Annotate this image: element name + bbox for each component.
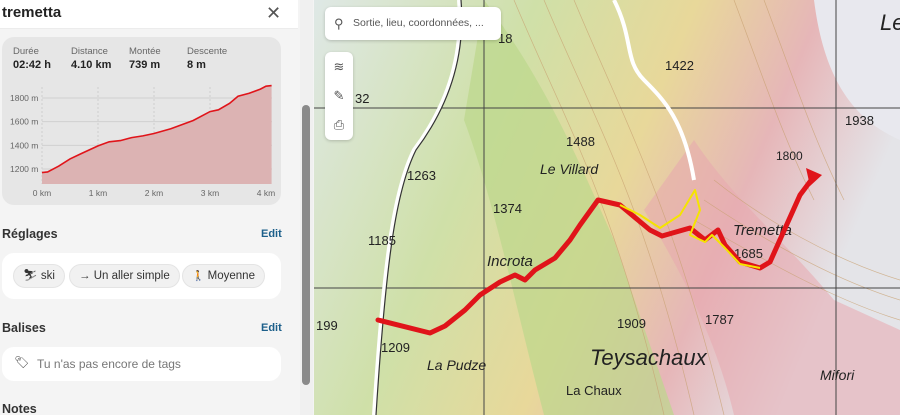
map-label: Mifori (820, 367, 855, 383)
y-tick-label: 1200 m (10, 164, 38, 174)
y-tick-label: 1400 m (10, 140, 38, 150)
search-icon: ⚲ (334, 16, 344, 31)
map-label: 1209 (381, 340, 410, 355)
map-label: 1800 (776, 149, 803, 163)
map-label: 32 (355, 91, 369, 106)
chip-label: Moyenne (207, 270, 255, 282)
map-label: 1488 (566, 134, 595, 149)
tag-icon: 🏷 (14, 355, 30, 369)
arrow-right-icon: → (79, 270, 91, 282)
map-label: Teysachaux (590, 345, 708, 370)
tags-card[interactable]: 🏷 Tu n'as pas encore de tags (2, 347, 281, 381)
settings-card: ⛷ ski → Un aller simple 🚶 Moyenne (2, 253, 281, 299)
route-panel: tremetta ✕ Durée 02:42 h Distance 4.10 km … (0, 0, 298, 415)
print-icon[interactable]: ⎙ (325, 110, 353, 139)
map-label: 1185 (368, 233, 396, 248)
map-label: 1422 (665, 58, 694, 73)
chip-label: Un aller simple (93, 270, 170, 282)
x-tick-label: 2 km (145, 188, 163, 198)
map-label: 1263 (407, 168, 436, 183)
stats-card: Durée 02:42 h Distance 4.10 km Montée 739 m… (2, 37, 281, 205)
layers-icon[interactable]: ≋ (325, 52, 353, 81)
scrollbar-thumb[interactable] (302, 105, 310, 385)
route-type-chip[interactable]: → Un aller simple (69, 264, 180, 288)
panel-scrollbar[interactable] (300, 0, 313, 415)
x-tick-label: 4 km (257, 188, 275, 198)
notes-heading: Notes (2, 402, 37, 415)
close-icon[interactable]: ✕ (266, 3, 281, 24)
map-search-input[interactable]: ⚲ Sortie, lieu, coordonnées, ... (325, 7, 501, 40)
tags-empty-text: Tu n'as pas encore de tags (37, 357, 181, 371)
map-label: Le (880, 10, 900, 35)
tags-edit-link[interactable]: Edit (261, 322, 282, 334)
map-label: 199 (316, 318, 338, 333)
map-label: La Chaux (566, 383, 622, 398)
panel-header: tremetta ✕ (0, 0, 298, 29)
route-title: tremetta (2, 4, 62, 21)
settings-edit-link[interactable]: Edit (261, 228, 282, 240)
y-tick-label: 1800 m (10, 93, 38, 103)
map-label: La Pudze (427, 357, 486, 373)
settings-heading: Réglages (2, 227, 58, 241)
ruler-icon[interactable]: ✎ (325, 81, 353, 110)
map-label: 1787 (705, 312, 734, 327)
pace-chip[interactable]: 🚶 Moyenne (182, 264, 265, 288)
activity-chip[interactable]: ⛷ ski (13, 264, 65, 288)
map-label: Incrota (487, 253, 533, 270)
map-label: 1374 (493, 201, 522, 216)
ski-icon: ⛷ (23, 270, 38, 282)
map-canvas[interactable]: Le Villard 1488 1422 1374 1263 1185 Incrota 120… (314, 0, 900, 415)
chip-label: ski (40, 270, 55, 282)
y-tick-label: 1600 m (10, 117, 38, 127)
search-placeholder: Sortie, lieu, coordonnées, ... (353, 17, 484, 29)
map-label: 1909 (617, 316, 646, 331)
hiker-icon: 🚶 (192, 271, 205, 282)
map-label: Le Villard (540, 161, 599, 177)
topo-map[interactable]: Le Villard 1488 1422 1374 1263 1185 Incrota 120… (314, 0, 900, 415)
tags-heading: Balises (2, 321, 46, 335)
elevation-profile-chart[interactable]: 1200 m 1400 m 1600 m 1800 m 0 km 1 km 2 km 3 km… (2, 37, 281, 205)
x-tick-label: 0 km (33, 188, 51, 198)
elevation-area (42, 85, 272, 184)
map-toolbar: ≋ ✎ ⎙ (325, 52, 353, 140)
x-tick-label: 3 km (201, 188, 219, 198)
map-label: 1938 (845, 113, 874, 128)
x-tick-label: 1 km (89, 188, 107, 198)
